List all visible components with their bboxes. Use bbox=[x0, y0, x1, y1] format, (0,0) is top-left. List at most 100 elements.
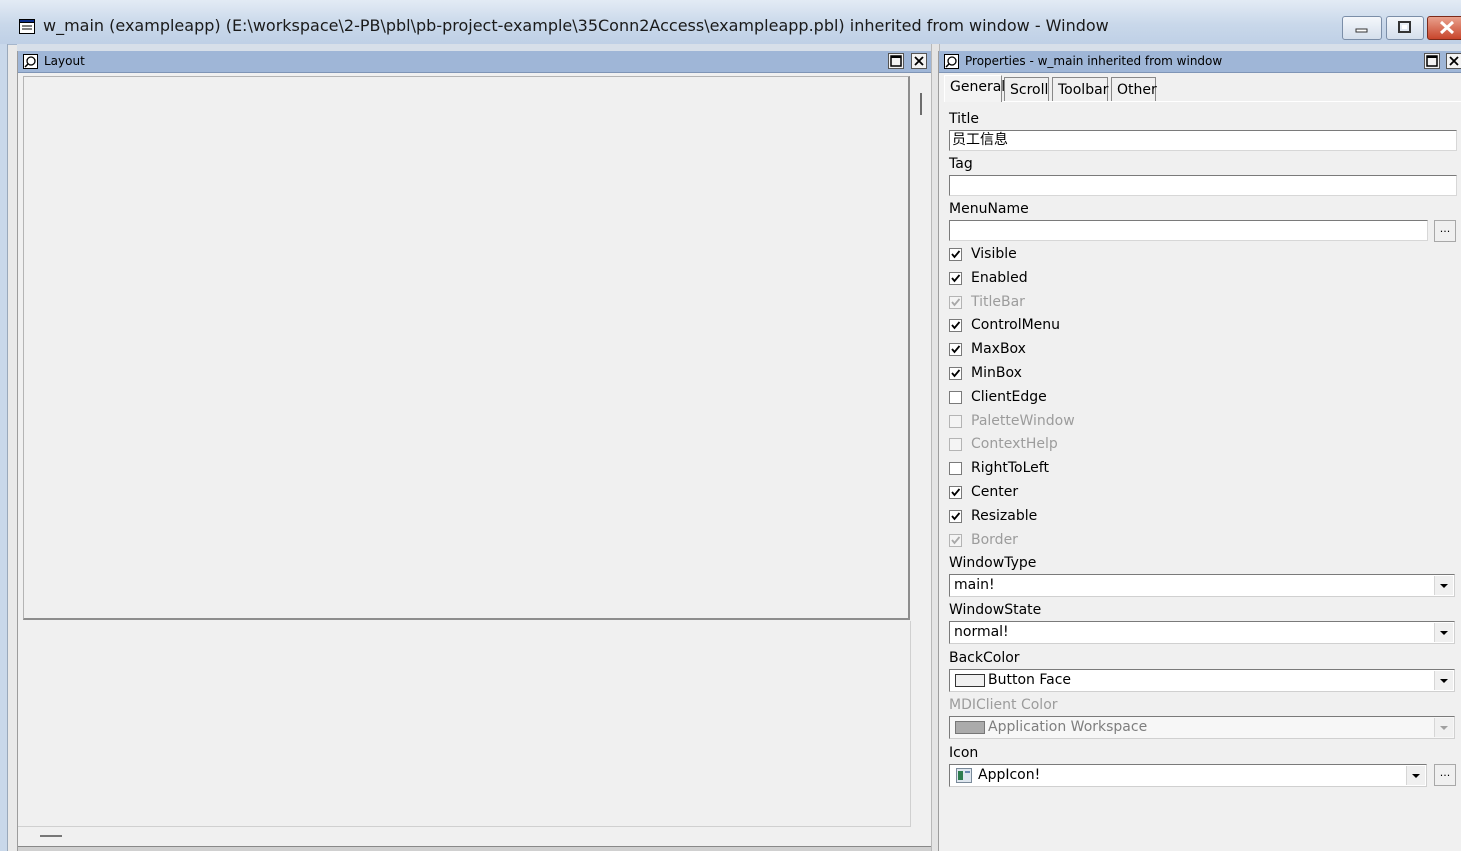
maximize-icon bbox=[1426, 55, 1438, 67]
windowtype-dropdown[interactable]: main! bbox=[949, 574, 1455, 597]
window-titlebar: w_main (exampleapp) (E:\workspace\2-PB\p… bbox=[0, 0, 1461, 45]
checkbox-label: TitleBar bbox=[971, 294, 1025, 310]
tab-other[interactable]: Other bbox=[1111, 77, 1157, 101]
icon-browse-button[interactable]: ... bbox=[1434, 764, 1456, 786]
layout-close-button[interactable] bbox=[911, 53, 927, 69]
vertical-scroll-thumb[interactable] bbox=[920, 93, 922, 115]
checkbox-box[interactable] bbox=[949, 462, 962, 475]
checkbox-box bbox=[949, 534, 962, 547]
icon-label: Icon bbox=[949, 745, 979, 761]
check-icon bbox=[951, 345, 961, 354]
layout-maximize-button[interactable] bbox=[888, 53, 904, 69]
restore-button[interactable] bbox=[1386, 16, 1424, 40]
horizontal-scroll-thumb[interactable] bbox=[40, 835, 62, 837]
tag-field[interactable] bbox=[949, 175, 1457, 196]
checkbox-box[interactable] bbox=[949, 272, 962, 285]
checkbox-box bbox=[949, 438, 962, 451]
mdiclient-dropdown: Application Workspace bbox=[949, 716, 1455, 739]
title-label: Title bbox=[949, 111, 980, 127]
layout-caption-bar: Layout bbox=[18, 51, 932, 73]
checkbox-box bbox=[949, 296, 962, 309]
check-icon bbox=[951, 369, 961, 378]
close-icon bbox=[1449, 56, 1459, 66]
mdiclient-value: Application Workspace bbox=[988, 719, 1148, 735]
tab-scroll[interactable]: Scroll bbox=[1004, 77, 1049, 101]
windowtype-label: WindowType bbox=[949, 555, 1037, 571]
properties-maximize-button[interactable] bbox=[1424, 53, 1440, 69]
close-icon bbox=[1439, 20, 1455, 35]
checkbox-label: ContextHelp bbox=[971, 436, 1058, 452]
backcolor-value: Button Face bbox=[988, 672, 1072, 688]
check-icon bbox=[951, 298, 961, 307]
backcolor-dropdown[interactable]: Button Face bbox=[949, 669, 1455, 692]
checkbox-label: ControlMenu bbox=[971, 317, 1061, 333]
properties-panel-icon bbox=[944, 54, 959, 69]
tab-general[interactable]: General bbox=[944, 75, 1005, 102]
checkbox-box[interactable] bbox=[949, 343, 962, 356]
restore-icon bbox=[1398, 21, 1411, 33]
checkbox-label: MaxBox bbox=[971, 341, 1026, 357]
close-icon bbox=[914, 56, 924, 66]
maximize-icon bbox=[890, 55, 902, 67]
minimize-icon bbox=[1355, 28, 1368, 33]
checkbox-box[interactable] bbox=[949, 486, 962, 499]
layout-bottom-tabstrip bbox=[18, 846, 932, 851]
menuname-field[interactable] bbox=[949, 220, 1428, 241]
mdiclient-swatch bbox=[955, 721, 985, 734]
layout-panel: Layout bbox=[17, 51, 933, 851]
properties-close-button[interactable] bbox=[1446, 53, 1461, 69]
window-left-frame bbox=[0, 44, 8, 851]
checkbox-label: RightToLeft bbox=[971, 460, 1049, 476]
tab-toolbar[interactable]: Toolbar bbox=[1052, 77, 1108, 101]
checkbox-label: Resizable bbox=[971, 508, 1038, 524]
backcolor-label: BackColor bbox=[949, 650, 1020, 666]
title-field[interactable]: 员工信息 bbox=[949, 130, 1457, 151]
check-icon bbox=[951, 321, 961, 330]
menuname-label: MenuName bbox=[949, 201, 1029, 217]
window-app-icon bbox=[19, 19, 35, 34]
checkbox-box[interactable] bbox=[949, 510, 962, 523]
chevron-down-icon[interactable] bbox=[1406, 766, 1425, 785]
icon-dropdown[interactable]: AppIcon! bbox=[949, 764, 1427, 787]
checkbox-box[interactable] bbox=[949, 248, 962, 261]
tab-baseline bbox=[944, 101, 1461, 102]
checkbox-box[interactable] bbox=[949, 391, 962, 404]
app-icon-preview bbox=[956, 768, 972, 783]
properties-caption: Properties - w_main inherited from windo… bbox=[965, 54, 1223, 68]
check-icon bbox=[951, 536, 961, 545]
checkbox-label: Enabled bbox=[971, 270, 1028, 286]
minimize-button[interactable] bbox=[1342, 16, 1382, 40]
close-window-button[interactable] bbox=[1427, 16, 1461, 40]
checkbox-label: Border bbox=[971, 532, 1018, 548]
window-design-canvas[interactable] bbox=[23, 76, 910, 620]
layout-caption: Layout bbox=[44, 54, 85, 68]
properties-caption-bar: Properties - w_main inherited from windo… bbox=[939, 51, 1461, 73]
check-icon bbox=[951, 488, 961, 497]
menuname-browse-button[interactable]: ... bbox=[1434, 220, 1456, 242]
check-icon bbox=[951, 512, 961, 521]
chevron-down-icon[interactable] bbox=[1434, 623, 1453, 642]
check-icon bbox=[951, 250, 961, 259]
chevron-down-icon[interactable] bbox=[1434, 671, 1453, 690]
chevron-down-icon[interactable] bbox=[1434, 576, 1453, 595]
windowstate-value: normal! bbox=[954, 624, 1009, 640]
backcolor-swatch bbox=[955, 674, 985, 687]
checkbox-box[interactable] bbox=[949, 367, 962, 380]
checkbox-label: ClientEdge bbox=[971, 389, 1047, 405]
layout-panel-icon bbox=[23, 54, 38, 69]
icon-value: AppIcon! bbox=[978, 767, 1041, 783]
properties-panel: Properties - w_main inherited from windo… bbox=[938, 51, 1461, 851]
windowtype-value: main! bbox=[954, 577, 995, 593]
checkbox-label: Visible bbox=[971, 246, 1017, 262]
checkbox-label: PaletteWindow bbox=[971, 413, 1075, 429]
windowstate-dropdown[interactable]: normal! bbox=[949, 621, 1455, 644]
window-title: w_main (exampleapp) (E:\workspace\2-PB\p… bbox=[43, 16, 1109, 35]
layout-workspace bbox=[18, 621, 911, 827]
checkbox-label: MinBox bbox=[971, 365, 1022, 381]
checkbox-box[interactable] bbox=[949, 319, 962, 332]
chevron-down-icon bbox=[1434, 718, 1453, 737]
checkbox-box bbox=[949, 415, 962, 428]
tag-label: Tag bbox=[949, 156, 973, 172]
windowstate-label: WindowState bbox=[949, 602, 1042, 618]
mdiclient-label: MDIClient Color bbox=[949, 697, 1058, 713]
